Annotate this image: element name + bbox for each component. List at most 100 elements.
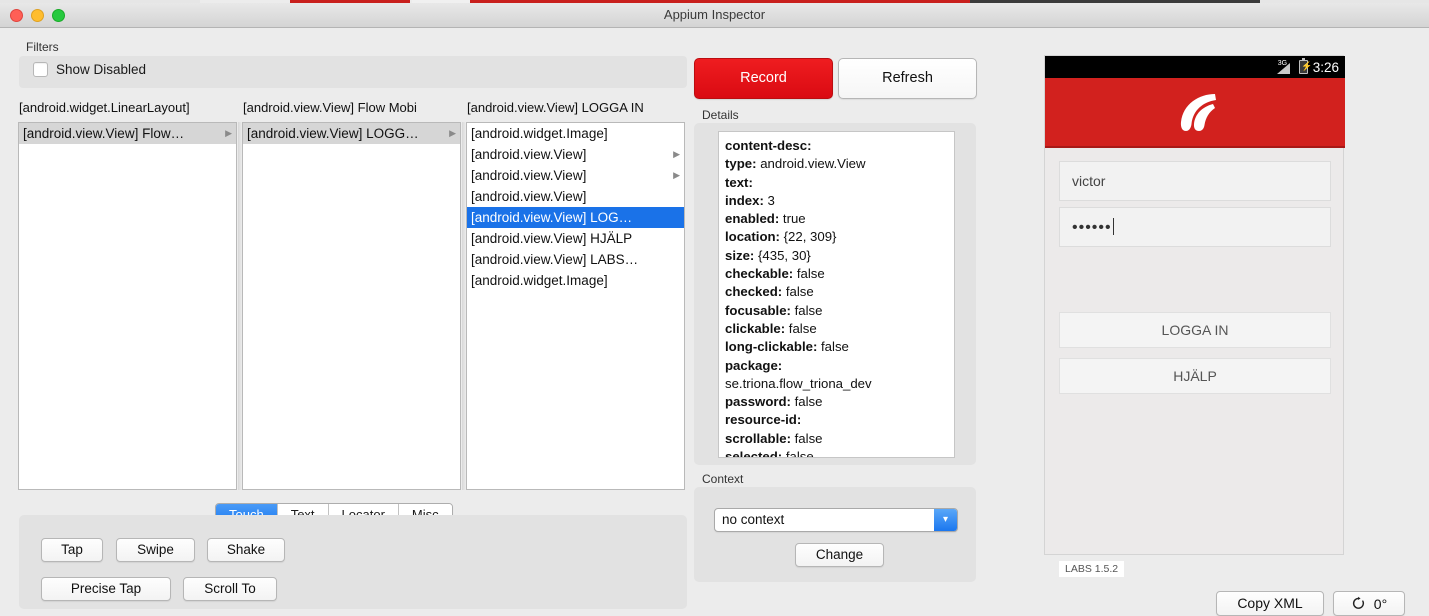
list-item[interactable]: [android.view.View] Flow… ▶ — [19, 123, 236, 144]
username-field[interactable]: victor — [1059, 161, 1331, 201]
detail-value: android.view.View — [760, 156, 866, 172]
detail-row: package: — [725, 357, 948, 375]
list-item[interactable]: [android.widget.Image] — [467, 123, 684, 144]
details-panel: content-desc: type: android.view.View te… — [694, 123, 976, 465]
detail-key: scrollable: — [725, 430, 791, 446]
detail-row: location: {22, 309} — [725, 228, 948, 246]
detail-key: clickable: — [725, 320, 786, 336]
detail-value: {435, 30} — [758, 247, 811, 263]
detail-value: false — [794, 394, 823, 410]
list-item[interactable]: [android.view.View] LABS… — [467, 249, 684, 270]
password-field[interactable]: •••••• — [1059, 207, 1331, 247]
detail-value: false — [794, 302, 823, 318]
detail-row: text: — [725, 174, 948, 192]
browser-column-3[interactable]: [android.view.View] LOGGA IN [android.wi… — [466, 100, 690, 490]
browser-column-2-list[interactable]: [android.view.View] LOGG… ▶ — [242, 122, 461, 490]
username-value: victor — [1072, 173, 1106, 189]
show-disabled-checkbox[interactable] — [33, 62, 48, 77]
element-column-browser[interactable]: [android.widget.LinearLayout] [android.v… — [18, 100, 688, 490]
list-item-label: [android.view.View] — [471, 147, 587, 162]
list-item[interactable]: [android.view.View] LOGG… ▶ — [243, 123, 460, 144]
battery-charging-icon: ⚡ — [1298, 58, 1313, 74]
browser-column-1-list[interactable]: [android.view.View] Flow… ▶ — [18, 122, 237, 490]
device-screen-mirror[interactable]: 3G ⚡ 3:26 victor •••••• LOGGA IN HJÄLP L… — [1044, 55, 1345, 577]
detail-value: false — [788, 320, 817, 336]
detail-row: long-clickable: false — [725, 338, 948, 356]
list-item-label: [android.widget.Image] — [471, 273, 608, 288]
list-item[interactable]: [android.view.View] HJÄLP — [467, 228, 684, 249]
detail-key: enabled: — [725, 211, 780, 227]
list-item-label: [android.view.View] LABS… — [471, 252, 639, 267]
device-login-button[interactable]: LOGGA IN — [1059, 312, 1331, 348]
shake-button[interactable]: Shake — [207, 538, 285, 562]
swipe-button[interactable]: Swipe — [116, 538, 195, 562]
status-bar-clock: 3:26 — [1312, 59, 1339, 75]
flow-mobile-logo-icon — [1180, 94, 1216, 131]
refresh-button[interactable]: Refresh — [838, 58, 977, 99]
chevron-right-icon: ▶ — [673, 170, 680, 180]
detail-row: focusable: false — [725, 302, 948, 320]
list-item-label: [android.view.View] — [471, 168, 587, 183]
touch-actions-panel: Tap Swipe Shake Precise Tap Scroll To — [19, 515, 687, 609]
filters-label: Filters — [26, 40, 59, 54]
app-content: Filters Show Disabled [android.widget.Li… — [0, 28, 1429, 616]
browser-column-1[interactable]: [android.widget.LinearLayout] [android.v… — [18, 100, 242, 490]
copy-xml-button[interactable]: Copy XML — [1216, 591, 1324, 616]
detail-row: password: false — [725, 393, 948, 411]
detail-key: text: — [725, 174, 753, 190]
context-panel: no context ▾ Change — [694, 487, 976, 582]
browser-column-3-list[interactable]: [android.widget.Image] [android.view.Vie… — [466, 122, 685, 490]
list-item-label: [android.view.View] Flow… — [23, 126, 185, 141]
details-content: content-desc: type: android.view.View te… — [718, 131, 955, 458]
show-disabled-row[interactable]: Show Disabled — [33, 62, 146, 77]
detail-value: false — [785, 284, 814, 300]
chevron-right-icon: ▶ — [673, 149, 680, 159]
show-disabled-label: Show Disabled — [56, 62, 147, 77]
window-titlebar: Appium Inspector — [0, 3, 1429, 28]
list-item-label: [android.view.View] — [471, 189, 587, 204]
detail-row: enabled: true — [725, 210, 948, 228]
details-label: Details — [702, 108, 739, 122]
detail-key: password: — [725, 394, 791, 410]
detail-row: checkable: false — [725, 265, 948, 283]
list-item[interactable]: [android.view.View] — [467, 186, 684, 207]
detail-value: false — [785, 449, 814, 458]
detail-value: 3 — [767, 192, 775, 208]
detail-value: se.triona.flow_triona_dev — [725, 375, 872, 391]
list-item-label: [android.view.View] LOG… — [471, 210, 633, 225]
detail-key: location: — [725, 229, 780, 245]
filters-panel: Show Disabled — [19, 56, 687, 88]
scroll-to-button[interactable]: Scroll To — [183, 577, 277, 601]
rotate-button[interactable]: 0° — [1333, 591, 1405, 616]
detail-row: checked: false — [725, 283, 948, 301]
detail-key: resource-id: — [725, 412, 802, 428]
list-item[interactable]: [android.view.View] ▶ — [467, 144, 684, 165]
list-item[interactable]: [android.widget.Image] — [467, 270, 684, 291]
tap-button[interactable]: Tap — [41, 538, 103, 562]
record-button[interactable]: Record — [694, 58, 833, 99]
detail-row: index: 3 — [725, 192, 948, 210]
change-context-button[interactable]: Change — [795, 543, 884, 567]
device-help-button[interactable]: HJÄLP — [1059, 358, 1331, 394]
detail-key: index: — [725, 192, 764, 208]
detail-row: type: android.view.View — [725, 155, 948, 173]
device-version-badge: LABS 1.5.2 — [1059, 561, 1125, 577]
list-item-selected[interactable]: [android.view.View] LOG… — [467, 207, 684, 228]
precise-tap-button[interactable]: Precise Tap — [41, 577, 171, 601]
browser-column-2[interactable]: [android.view.View] Flow Mobi [android.v… — [242, 100, 466, 490]
browser-column-2-header: [android.view.View] Flow Mobi — [243, 100, 417, 115]
context-dropdown[interactable]: no context ▾ — [714, 508, 958, 532]
window-title: Appium Inspector — [663, 7, 766, 22]
detail-row: size: {435, 30} — [725, 247, 948, 265]
list-item-label: [android.view.View] LOGG… — [247, 126, 419, 141]
detail-value: {22, 309} — [783, 229, 837, 245]
list-item-label: [android.widget.Image] — [471, 126, 608, 141]
detail-key: checked: — [725, 284, 783, 300]
context-selected-value: no context — [722, 512, 785, 527]
list-item[interactable]: [android.view.View] ▶ — [467, 165, 684, 186]
detail-row: selected: false — [725, 448, 948, 458]
detail-row: scrollable: false — [725, 430, 948, 448]
signal-3g-icon: 3G — [1276, 60, 1294, 74]
chevron-down-icon[interactable]: ▾ — [934, 509, 957, 531]
detail-row: se.triona.flow_triona_dev — [725, 375, 948, 393]
